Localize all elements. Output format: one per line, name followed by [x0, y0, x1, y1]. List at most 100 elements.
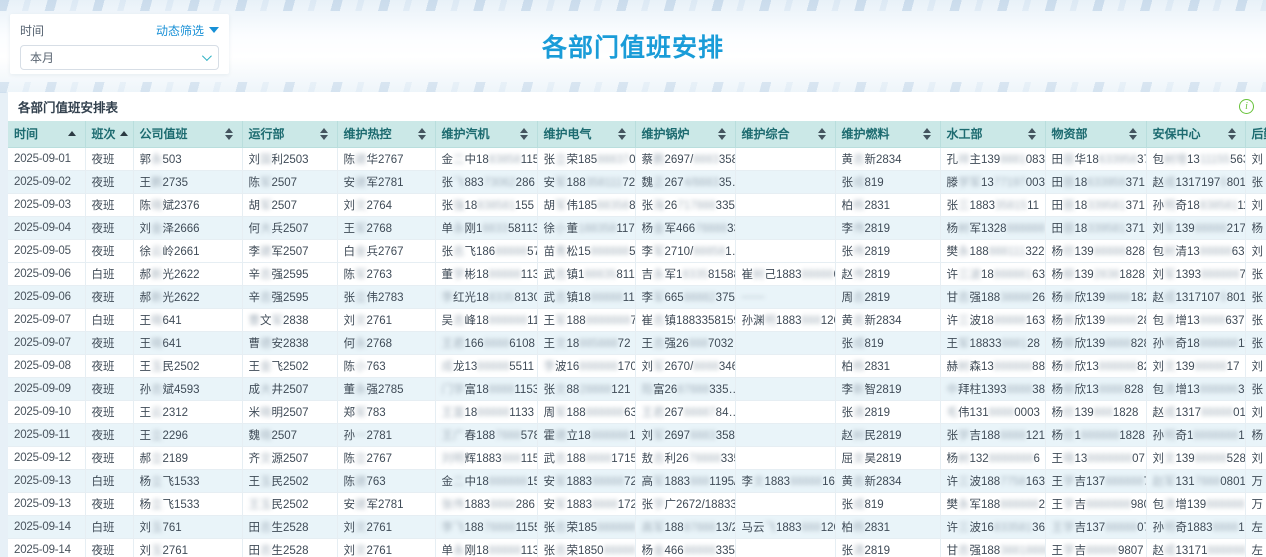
- dynamic-filter-link[interactable]: 动态筛选: [156, 22, 219, 39]
- redacted-text: 88888: [477, 407, 509, 419]
- redacted-text: 8833: [482, 223, 508, 235]
- sort-icon[interactable]: [614, 128, 626, 140]
- col-header-date[interactable]: 时间: [8, 121, 85, 147]
- col-header-shift[interactable]: 班次: [85, 121, 133, 147]
- cell-date: 2025-09-06: [8, 262, 85, 285]
- col-header-boiler[interactable]: 维护锅炉: [635, 121, 735, 147]
- redacted-text: 鹏: [653, 154, 665, 166]
- sort-icon[interactable]: [1024, 128, 1036, 140]
- info-icon[interactable]: i: [1239, 99, 1254, 114]
- cell-electrical: 张文8828888121: [537, 377, 635, 400]
- redacted-text: 888888: [597, 522, 635, 534]
- cell-company: 王晓641: [133, 331, 242, 354]
- redacted-text: 188358: [578, 223, 616, 235]
- redacted-text: 339581: [1087, 223, 1125, 235]
- cell-turbine: 王富18888881133: [435, 400, 537, 423]
- sort-icon[interactable]: [221, 128, 233, 140]
- redacted-text: 军: [355, 269, 367, 281]
- sort-icon[interactable]: [414, 128, 426, 140]
- redacted-text: 学: [958, 430, 970, 442]
- col-header-fuel[interactable]: 维护燃料: [835, 121, 940, 147]
- cell-operations: 田志生2528: [242, 538, 337, 557]
- sort-icon[interactable]: [919, 128, 931, 140]
- redacted-text: 88888: [495, 246, 527, 258]
- cell-date: 2025-09-10: [8, 400, 85, 423]
- redacted-text: 二: [453, 476, 465, 488]
- sort-asc-icon[interactable]: [64, 131, 76, 136]
- cell-boiler: 李军2710/888581…: [635, 239, 735, 262]
- redacted-text: 8888: [489, 384, 515, 396]
- redacted-text: 军: [555, 499, 567, 511]
- redacted-text: 树: [853, 430, 865, 442]
- redacted-text: 小: [355, 361, 367, 373]
- time-range-select[interactable]: 本月: [20, 45, 219, 70]
- col-header-turbine[interactable]: 维护汽机: [435, 121, 537, 147]
- sort-icon[interactable]: [714, 128, 726, 140]
- table-scroll-area[interactable]: 时间班次公司值班运行部维护热控维护汽机维护电气维护锅炉维护综合维护燃料水工部物资…: [8, 121, 1266, 557]
- cell-date: 2025-09-09: [8, 377, 85, 400]
- sort-asc-icon[interactable]: [116, 131, 128, 136]
- redacted-text: 德: [260, 338, 272, 350]
- col-header-electrical[interactable]: 维护电气: [537, 121, 635, 147]
- redacted-text: 军: [272, 315, 284, 327]
- col-header-water_works[interactable]: 水工部: [940, 121, 1045, 147]
- cell-turbine: 董学彬18888881136: [435, 262, 537, 285]
- redacted-text: 717888: [677, 200, 715, 212]
- cell-logistics: 张: [1245, 308, 1266, 331]
- redacted-text: 伟: [853, 246, 865, 258]
- col-header-company[interactable]: 公司值班: [133, 121, 242, 147]
- redacted-text: 888: [802, 522, 821, 534]
- sort-icon[interactable]: [316, 128, 328, 140]
- cell-security: 包清增1398888887: [1146, 492, 1245, 515]
- redacted-text: 88858: [693, 246, 725, 258]
- redacted-text: 成: [1164, 177, 1176, 189]
- redacted-text: 李飞: [442, 522, 465, 534]
- cell-logistics: 左: [1245, 515, 1266, 538]
- redacted-text: 阳: [642, 384, 654, 396]
- sort-icon[interactable]: [516, 128, 528, 140]
- cell-logistics: 杨: [1245, 216, 1266, 239]
- redacted-text: 8888: [592, 499, 618, 511]
- redacted-text: 志: [653, 338, 665, 350]
- cell-operations: 刘国利2503: [242, 147, 337, 170]
- table-row: 2025-09-05夜班徐云岭2661李建军2507白金兵2767张志飞1868…: [8, 239, 1266, 262]
- cell-security: 孙明奇18888888110: [1146, 331, 1245, 354]
- cell-fuel: 黄志新2834: [835, 147, 940, 170]
- col-header-thermal_control[interactable]: 维护热控: [337, 121, 435, 147]
- cell-materials: 杨柳欣138888828: [1045, 377, 1146, 400]
- cell-boiler: 吉永军1833581588…: [635, 262, 735, 285]
- cell-logistics: 刘: [1245, 239, 1266, 262]
- redacted-text: 柳: [1063, 315, 1075, 327]
- cell-electrical: 周军18888888863: [537, 400, 635, 423]
- sort-icon[interactable]: [1125, 128, 1137, 140]
- col-header-comprehensive[interactable]: 维护综合: [735, 121, 835, 147]
- cell-materials: 杨柳欣13988881828: [1045, 285, 1146, 308]
- redacted-text: 88358: [597, 200, 629, 212]
- cell-comprehensive: [735, 446, 835, 469]
- sort-icon[interactable]: [814, 128, 826, 140]
- redacted-text: 清: [1164, 499, 1176, 511]
- redacted-text: 玉: [151, 545, 163, 557]
- redacted-text: 8888: [484, 338, 510, 350]
- redacted-text: 树: [958, 361, 970, 373]
- redacted-text: 军: [355, 407, 367, 419]
- sort-icon[interactable]: [1224, 128, 1236, 140]
- col-header-logistics[interactable]: 后勤部: [1245, 121, 1266, 147]
- cell-turbine: 李飞188788881155: [435, 515, 537, 538]
- redacted-text: 晓: [151, 200, 163, 212]
- cell-comprehensive: [735, 170, 835, 193]
- redacted-text: 888881: [994, 269, 1032, 281]
- redacted-text: 文: [355, 545, 367, 557]
- redacted-text: 87888: [684, 522, 716, 534]
- redacted-text: 7888: [495, 430, 521, 442]
- cell-comprehensive: [735, 492, 835, 515]
- redacted-text: 飞: [453, 177, 465, 189]
- redacted-text: 三: [958, 315, 970, 327]
- col-header-operations[interactable]: 运行部: [242, 121, 337, 147]
- table-row: 2025-09-09夜班孙志斌4593成大井2507董永强2785门学富1888…: [8, 377, 1266, 400]
- cell-electrical: 胡军伟18588358883: [537, 193, 635, 216]
- col-header-materials[interactable]: 物资部: [1045, 121, 1146, 147]
- cell-water_works: 毛伟13188880003: [940, 400, 1045, 423]
- col-header-security[interactable]: 安保中心: [1146, 121, 1245, 147]
- redacted-text: 8888: [1105, 338, 1131, 350]
